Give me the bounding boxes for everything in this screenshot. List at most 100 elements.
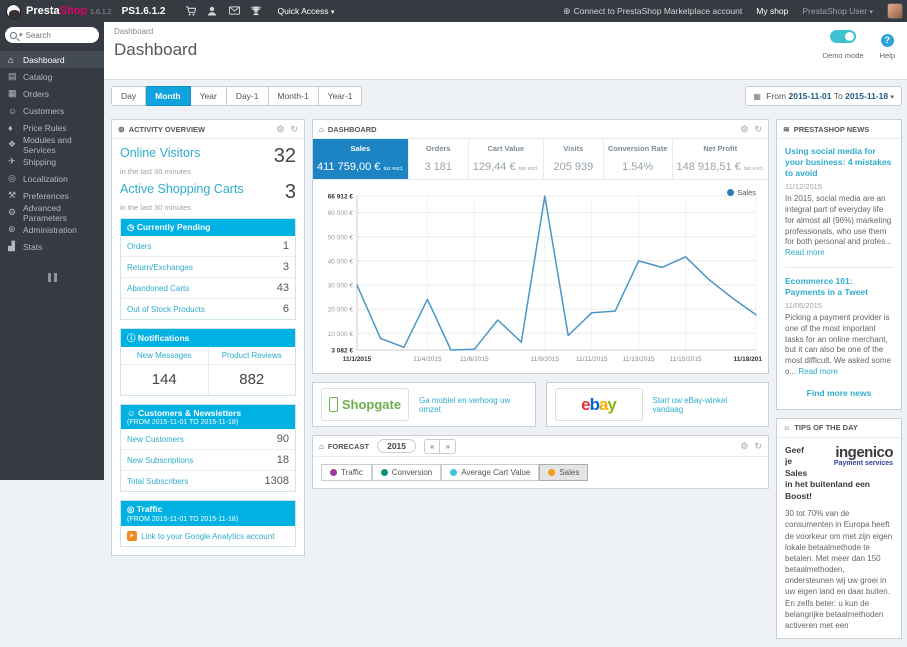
new-subscriptions-link[interactable]: New Subscriptions xyxy=(127,456,193,465)
range-day-1-button[interactable]: Day-1 xyxy=(226,86,269,106)
product-reviews-cell[interactable]: Product Reviews 882 xyxy=(208,347,295,395)
refresh-icon[interactable]: ↻ xyxy=(290,124,298,135)
calendar-icon: ▦ xyxy=(753,92,761,101)
news-item-title[interactable]: Using social media for your business: 4 … xyxy=(785,146,893,179)
sidebar-item-orders[interactable]: ▦ Orders xyxy=(0,85,104,102)
forecast-year[interactable]: 2015 xyxy=(377,439,417,453)
metric-avg-cart-value-button[interactable]: Average Cart Value xyxy=(441,464,540,481)
news-item-text: In 2015, social media are an integral pa… xyxy=(785,194,892,258)
abandoned-carts-link[interactable]: Abandoned Carts xyxy=(127,284,189,293)
sidebar-item-administration[interactable]: ⊛ Administration xyxy=(0,221,104,238)
sidebar-item-dashboard[interactable]: ⌂ Dashboard xyxy=(0,51,104,68)
shop-name[interactable]: PS1.6.1.2 xyxy=(122,6,166,17)
marketplace-link[interactable]: ⊕ Connect to PrestaShop Marketplace accou… xyxy=(563,6,742,17)
read-more-link[interactable]: Read more xyxy=(785,248,825,257)
user-menu[interactable]: PrestaShop User ▾ xyxy=(802,6,873,16)
range-year-1-button[interactable]: Year-1 xyxy=(318,86,363,106)
total-subscribers-link[interactable]: Total Subscribers xyxy=(127,477,188,486)
forecast-metric-toggles: Traffic Conversion Average Cart Value Sa… xyxy=(313,457,768,488)
help-control: ? Help xyxy=(880,30,895,60)
active-carts-link[interactable]: Active Shopping Carts xyxy=(120,182,244,196)
kpi-conversion-rate[interactable]: Conversion Rate 1.54% xyxy=(604,139,673,179)
tips-text: 30 tot 70% van de consumenten in Europa … xyxy=(785,509,893,631)
sidebar-item-preferences[interactable]: ⚒ Preferences xyxy=(0,187,104,204)
sidebar-item-modules[interactable]: ❖ Modules and Services xyxy=(0,135,104,155)
shopgate-link[interactable]: Ga mobiel en verhoog uw omzet xyxy=(419,396,527,414)
kpi-orders[interactable]: Orders 3 181 xyxy=(409,139,469,179)
sidebar-collapse-button[interactable] xyxy=(46,273,58,282)
sidebar-item-catalog[interactable]: ▤ Catalog xyxy=(0,68,104,85)
online-visitors-link[interactable]: Online Visitors xyxy=(120,146,200,160)
new-customers-link[interactable]: New Customers xyxy=(127,435,184,444)
sidebar-item-stats[interactable]: ▟ Stats xyxy=(0,238,104,255)
svg-text:40 000 €: 40 000 € xyxy=(328,258,354,265)
sales-chart-container: Sales 66 912 € 60 000 € 50 000 € 40 000 € 30… xyxy=(313,180,768,373)
sidebar-item-customers[interactable]: ☺ Customers xyxy=(0,102,104,119)
ebay-module-card: ebay Start uw eBay-winkel vandaag xyxy=(545,382,769,427)
metric-conversion-button[interactable]: Conversion xyxy=(371,464,442,481)
online-visitors-sub: in the last 30 minutes xyxy=(120,167,191,176)
svg-text:66 912 €: 66 912 € xyxy=(328,194,354,201)
sales-dot-icon xyxy=(548,469,556,476)
breadcrumb: Dashboard xyxy=(114,27,154,36)
metric-sales-button[interactable]: Sales xyxy=(539,464,589,481)
sidebar-item-localization[interactable]: ◎ Localization xyxy=(0,170,104,187)
kpi-row: Sales 411 759,00 € tax excl. Orders 3 181 … xyxy=(313,139,768,180)
news-item-title[interactable]: Ecommerce 101: Payments in a Tweet xyxy=(785,276,893,298)
quick-access-menu[interactable]: Quick Access ▾ xyxy=(277,6,334,16)
range-day-button[interactable]: Day xyxy=(111,86,147,106)
orders-link[interactable]: Orders xyxy=(127,242,151,251)
kpi-net-profit[interactable]: Net Profit 148 918,51 € tax excl. xyxy=(673,139,768,179)
gear-icon[interactable]: ⚙ xyxy=(740,441,748,452)
kpi-sales[interactable]: Sales 411 759,00 € tax excl. xyxy=(313,139,409,179)
user-icon[interactable] xyxy=(201,2,223,20)
search-input[interactable] xyxy=(25,30,86,40)
metric-traffic-button[interactable]: Traffic xyxy=(321,464,372,481)
administration-icon: ⊛ xyxy=(8,224,16,234)
svg-text:11/9/2015: 11/9/2015 xyxy=(531,356,560,363)
range-year-button[interactable]: Year xyxy=(190,86,227,106)
gear-icon[interactable]: ⚙ xyxy=(276,124,284,135)
forecast-prev-button[interactable]: « xyxy=(424,438,440,454)
refresh-icon[interactable]: ↻ xyxy=(754,441,762,452)
customers-row: New Customers 90 xyxy=(121,429,295,450)
returns-link[interactable]: Return/Exchanges xyxy=(127,263,193,272)
range-month-1-button[interactable]: Month-1 xyxy=(268,86,319,106)
svg-text:11/1/2015: 11/1/2015 xyxy=(343,356,372,363)
range-month-button[interactable]: Month xyxy=(146,86,191,106)
read-more-link[interactable]: Read more xyxy=(798,367,838,376)
search-box[interactable]: ▾ xyxy=(5,27,99,43)
cart-icon[interactable] xyxy=(179,2,201,20)
kpi-visits[interactable]: Visits 205 939 xyxy=(544,139,604,179)
refresh-icon[interactable]: ↻ xyxy=(754,124,762,135)
news-item-date: 11/05/2015 xyxy=(785,301,822,311)
forecast-next-button[interactable]: » xyxy=(439,438,456,454)
messages-icon[interactable] xyxy=(223,2,245,20)
ebay-link[interactable]: Start uw eBay-winkel vandaag xyxy=(653,396,761,414)
sidebar-item-price-rules[interactable]: ♦ Price Rules xyxy=(0,119,104,136)
chevron-down-icon[interactable]: ▾ xyxy=(19,31,23,39)
sidebar-item-advanced-parameters[interactable]: ⚙ Advanced Parameters xyxy=(0,203,104,223)
help-icon[interactable]: ? xyxy=(880,34,894,47)
avatar[interactable] xyxy=(887,3,903,19)
trophy-icon[interactable] xyxy=(245,2,267,20)
demo-mode-control: Demo mode xyxy=(823,30,864,60)
google-analytics-link[interactable]: Link to your Google Analytics account xyxy=(141,532,274,541)
shopgate-module-card: Shopgate Ga mobiel en verhoog uw omzet xyxy=(312,382,536,427)
date-range-picker[interactable]: ▦ From 2015-11-01 To 2015-11-18 ▾ xyxy=(745,86,902,106)
kpi-cart-value[interactable]: Cart Value 129,44 € tax excl. xyxy=(469,139,544,179)
my-shop-link[interactable]: My shop xyxy=(756,6,788,16)
prestashop-logo-icon xyxy=(6,3,21,19)
gear-icon[interactable]: ⚙ xyxy=(740,124,748,135)
sidebar: ▾ ⌂Dashboard ▤Catalog ▦Orders ☺Customers… xyxy=(0,22,104,480)
stats-icon: ▟ xyxy=(8,241,15,251)
catalog-icon: ▤ xyxy=(8,71,17,81)
demo-mode-toggle[interactable] xyxy=(830,30,857,43)
modules-row: Shopgate Ga mobiel en verhoog uw omzet e… xyxy=(312,382,769,427)
page-title: Dashboard xyxy=(114,40,198,59)
find-more-news-link[interactable]: Find more news xyxy=(785,388,893,398)
new-messages-cell[interactable]: New Messages 144 xyxy=(121,347,209,395)
shopgate-logo: Shopgate xyxy=(321,388,409,421)
sidebar-item-shipping[interactable]: ✈ Shipping xyxy=(0,153,104,170)
out-of-stock-link[interactable]: Out of Stock Products xyxy=(127,305,205,314)
